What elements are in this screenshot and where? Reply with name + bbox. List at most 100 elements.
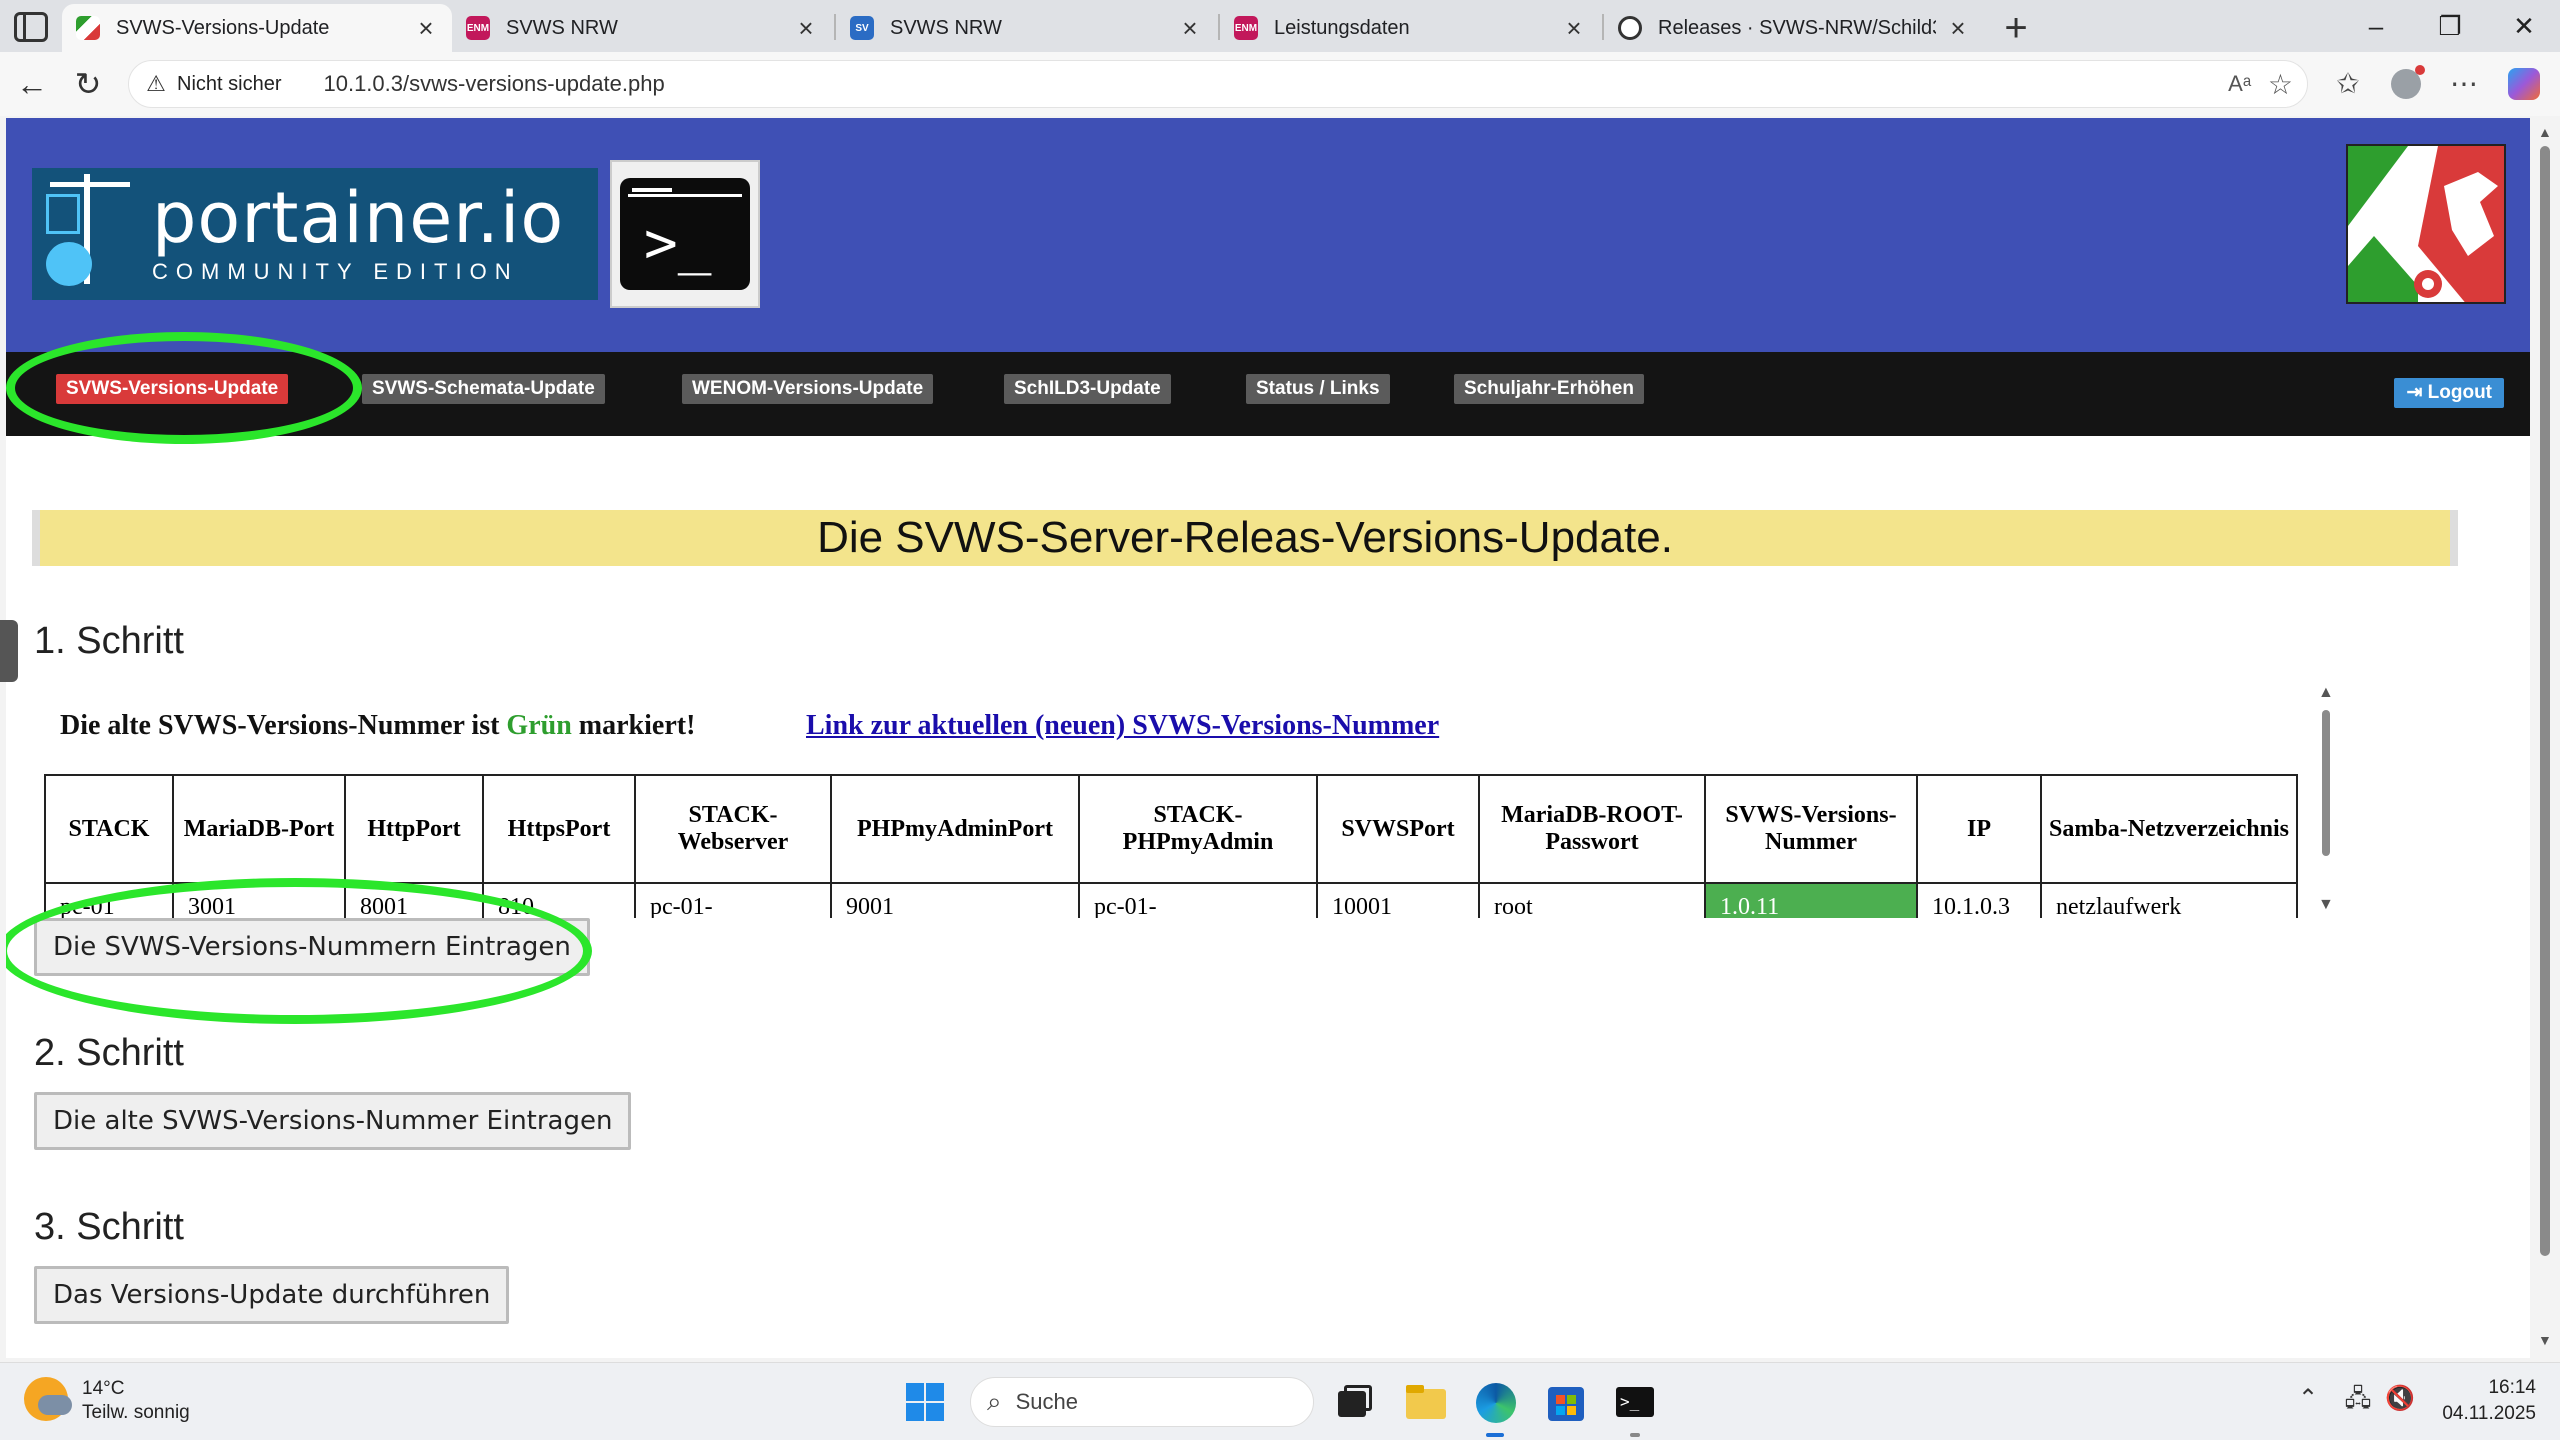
windows-start-icon[interactable] bbox=[902, 1379, 948, 1425]
volume-muted-icon[interactable]: 🔇 bbox=[2382, 1381, 2418, 1417]
copilot-icon[interactable] bbox=[2504, 64, 2544, 104]
security-label[interactable]: Nicht sicher bbox=[177, 73, 281, 96]
cell-phpmyadminport: 9001 bbox=[830, 882, 1080, 918]
task-view-icon[interactable] bbox=[1330, 1379, 1376, 1425]
scroll-down-icon[interactable]: ▼ bbox=[2318, 896, 2334, 914]
chevron-up-icon[interactable]: ⌃ bbox=[2290, 1381, 2326, 1417]
cell-mariadb-root-passwort: root bbox=[1478, 882, 1706, 918]
terminal-app-icon[interactable]: >_ bbox=[1612, 1379, 1658, 1437]
tab-svws-nrw-2[interactable]: SV SVWS NRW × bbox=[836, 4, 1216, 52]
favorite-star-icon[interactable]: ☆ bbox=[2268, 68, 2293, 101]
col-mariadb-root-passwort: MariaDB-ROOT-Passwort bbox=[1478, 774, 1706, 884]
tab-label: Leistungsdaten bbox=[1274, 16, 1410, 39]
search-placeholder: Suche bbox=[1015, 1389, 1078, 1414]
weather-widget[interactable]: 14°C Teilw. sonnig bbox=[24, 1377, 190, 1425]
scrollbar-thumb[interactable] bbox=[2540, 146, 2550, 1256]
url-text[interactable]: 10.1.0.3/svws-versions-update.php bbox=[323, 71, 664, 97]
close-icon[interactable]: × bbox=[1178, 13, 1202, 44]
cell-stack-phpmyadmin: pc-01- bbox=[1078, 882, 1318, 918]
reload-button[interactable]: ↻ bbox=[66, 62, 110, 106]
weather-desc: Teilw. sonnig bbox=[82, 1402, 190, 1423]
taskbar-search[interactable]: ⌕ Suche bbox=[970, 1377, 1314, 1427]
enm-icon: ENM bbox=[466, 16, 490, 40]
col-ip: IP bbox=[1916, 774, 2042, 884]
page-content: portainer.io COMMUNITY EDITION >_ SVWS-V… bbox=[6, 118, 2530, 1358]
scroll-down-icon[interactable]: ▼ bbox=[2538, 1332, 2552, 1348]
enm-icon: ENM bbox=[1234, 16, 1258, 40]
restore-button[interactable]: ❐ bbox=[2420, 6, 2480, 46]
sidebar-toggle-handle[interactable] bbox=[0, 620, 18, 682]
nav-wenom-versions-update[interactable]: WENOM-Versions-Update bbox=[682, 374, 934, 404]
col-svws-versions-nummer: SVWS-Versions-Nummer bbox=[1704, 774, 1918, 884]
profile-icon[interactable] bbox=[2386, 64, 2426, 104]
tab-label: SVWS NRW bbox=[506, 16, 618, 39]
terminal-logo[interactable]: >_ bbox=[610, 160, 760, 308]
clock-date: 04.11.2025 bbox=[2442, 1403, 2536, 1424]
portainer-crane-icon bbox=[32, 168, 152, 300]
scrollbar-thumb[interactable] bbox=[2322, 710, 2330, 856]
windows-taskbar: 14°C Teilw. sonnig ⌕ Suche >_ ⌃ 🖧 🔇 16:1… bbox=[0, 1362, 2560, 1440]
close-icon[interactable]: × bbox=[794, 13, 818, 44]
col-stack-webserver: STACK-Webserver bbox=[634, 774, 832, 884]
browser-tab-bar: SVWS-Versions-Update × ENM SVWS NRW × SV… bbox=[0, 0, 2560, 52]
clock-time: 16:14 bbox=[2488, 1377, 2536, 1398]
tab-leistungsdaten[interactable]: ENM Leistungsdaten × bbox=[1220, 4, 1600, 52]
scroll-up-icon[interactable]: ▲ bbox=[2318, 684, 2334, 702]
step2-heading: 2. Schritt bbox=[34, 1032, 184, 1074]
page-scrollbar[interactable]: ▲ ▼ bbox=[2532, 118, 2558, 1358]
tab-svws-nrw-1[interactable]: ENM SVWS NRW × bbox=[452, 4, 832, 52]
tab-actions-icon[interactable] bbox=[14, 12, 48, 42]
nav-schuljahr-erhoehen[interactable]: Schuljahr-Erhöhen bbox=[1454, 374, 1644, 404]
current-version-link[interactable]: Link zur aktuellen (neuen) SVWS-Versions… bbox=[806, 710, 1439, 742]
table-header-row: STACK MariaDB-Port HttpPort HttpsPort ST… bbox=[44, 774, 2298, 884]
edge-browser-icon[interactable] bbox=[1472, 1379, 1518, 1437]
run-version-update-button[interactable]: Das Versions-Update durchführen bbox=[34, 1266, 510, 1324]
notice-text-after: markiert! bbox=[571, 710, 696, 741]
nav-schild3-update[interactable]: SchILD3-Update bbox=[1004, 374, 1171, 404]
close-icon[interactable]: × bbox=[1946, 13, 1970, 44]
tab-label: SVWS-Versions-Update bbox=[116, 16, 330, 39]
nav-svws-schemata-update[interactable]: SVWS-Schemata-Update bbox=[362, 374, 605, 404]
terminal-icon: >_ bbox=[620, 178, 750, 290]
tab-svws-versions-update[interactable]: SVWS-Versions-Update × bbox=[62, 4, 452, 52]
main-navigation: SVWS-Versions-Update SVWS-Schemata-Updat… bbox=[6, 352, 2530, 436]
address-bar[interactable]: ⚠ Nicht sicher 10.1.0.3/svws-versions-up… bbox=[128, 60, 2308, 108]
col-svwsport: SVWSPort bbox=[1316, 774, 1480, 884]
tab-releases-github[interactable]: Releases · SVWS-NRW/Schild3-Be × bbox=[1604, 4, 1984, 52]
read-aloud-icon[interactable]: Aᵃ bbox=[2228, 71, 2251, 97]
close-icon[interactable]: × bbox=[414, 13, 438, 44]
highlight-oval-nav bbox=[6, 332, 362, 444]
page-title: Die SVWS-Server-Releas-Versions-Update. bbox=[32, 510, 2458, 566]
favorites-icon[interactable]: ✩ bbox=[2328, 64, 2368, 104]
logout-button[interactable]: ⇥ Logout bbox=[2394, 378, 2504, 408]
scroll-up-icon[interactable]: ▲ bbox=[2538, 124, 2552, 140]
portainer-edition: COMMUNITY EDITION bbox=[152, 259, 519, 284]
col-mariadb-port: MariaDB-Port bbox=[172, 774, 346, 884]
clock[interactable]: 16:14 04.11.2025 bbox=[2442, 1375, 2536, 1427]
enter-old-version-button[interactable]: Die alte SVWS-Versions-Nummer Eintragen bbox=[34, 1092, 632, 1150]
notice-text-before: Die alte SVWS-Versions-Nummer ist bbox=[60, 710, 507, 741]
minimize-button[interactable]: – bbox=[2346, 6, 2406, 46]
nrw-coat-of-arms-icon bbox=[2348, 146, 2504, 302]
table-scrollbar[interactable]: ▲ ▼ bbox=[2316, 684, 2336, 924]
step1-heading: 1. Schritt bbox=[34, 620, 184, 662]
github-icon bbox=[1618, 16, 1642, 40]
network-icon[interactable]: 🖧 bbox=[2340, 1381, 2376, 1417]
microsoft-store-icon[interactable] bbox=[1542, 1379, 1588, 1425]
warning-icon[interactable]: ⚠ bbox=[143, 71, 169, 97]
header-banner: portainer.io COMMUNITY EDITION >_ bbox=[6, 118, 2530, 352]
close-window-button[interactable]: ✕ bbox=[2494, 6, 2554, 46]
more-options-icon[interactable]: ⋯ bbox=[2444, 64, 2484, 104]
portainer-logo[interactable]: portainer.io COMMUNITY EDITION bbox=[32, 168, 598, 300]
search-icon: ⌕ bbox=[987, 1386, 1002, 1416]
nrw-flag-icon bbox=[76, 16, 100, 40]
file-explorer-icon[interactable] bbox=[1402, 1379, 1448, 1425]
col-httpport: HttpPort bbox=[344, 774, 484, 884]
nav-status-links[interactable]: Status / Links bbox=[1246, 374, 1390, 404]
address-bar-row: ← ↻ ⚠ Nicht sicher 10.1.0.3/svws-version… bbox=[0, 52, 2560, 116]
new-tab-button[interactable]: + bbox=[1996, 6, 2036, 51]
back-button[interactable]: ← bbox=[10, 62, 54, 106]
close-icon[interactable]: × bbox=[1562, 13, 1586, 44]
nrw-coat-of-arms-logo[interactable] bbox=[2346, 144, 2506, 304]
step3-heading: 3. Schritt bbox=[34, 1206, 184, 1248]
